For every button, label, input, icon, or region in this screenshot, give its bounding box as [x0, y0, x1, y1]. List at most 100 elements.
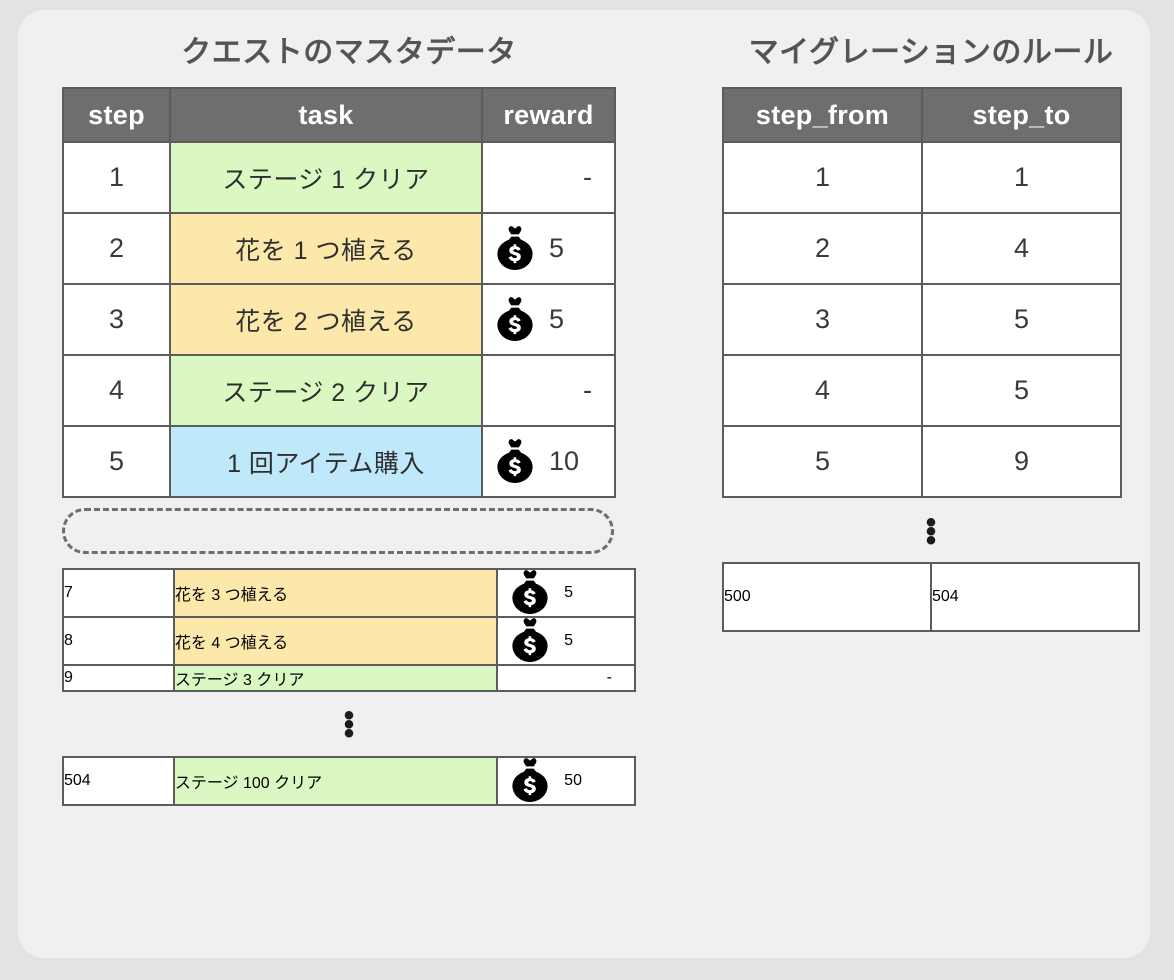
table-row: 24	[722, 212, 1122, 285]
cell-reward: 5	[481, 212, 616, 285]
table-header-row: step task reward	[62, 87, 616, 143]
migration-vertical-ellipsis: • • •	[722, 508, 1140, 557]
migration-panel-title: マイグレーションのルール	[748, 36, 1114, 69]
money-bag-icon	[512, 758, 548, 802]
cell-step: 4	[62, 354, 171, 427]
reward-value: 5	[498, 570, 634, 616]
reward-value: -	[483, 356, 614, 425]
cell-step: 9	[62, 664, 175, 692]
money-bag-icon	[512, 618, 548, 662]
table-row: 4 ステージ 2 クリア -	[62, 354, 616, 427]
cell-task: 花を 4 つ植える	[172, 616, 499, 666]
quest-rows-block-3: 504 ステージ 100 クリア 50	[62, 756, 636, 806]
cell-step-to: 9	[921, 425, 1122, 498]
reward-amount: -	[606, 669, 612, 686]
quest-rows-block-2: 7 花を 3 つ植える 5 8 花を 4 つ植える 5 9 ステージ 3 クリア -	[62, 568, 636, 692]
cell-reward: 5	[481, 283, 616, 356]
cell-step-from: 1	[722, 141, 923, 214]
table-row: 1 ステージ 1 クリア -	[62, 141, 616, 214]
quest-rows-block-1: 1 ステージ 1 クリア -2 花を 1 つ植える 5 3 花を 2 つ植える 5 4 ステージ …	[62, 141, 616, 498]
table-row: 504 ステージ 100 クリア 50	[62, 756, 636, 806]
quest-vertical-ellipsis: • • •	[62, 701, 636, 750]
table-row: 35	[722, 283, 1122, 356]
cell-step: 5	[62, 425, 171, 498]
cell-step-from: 500	[722, 562, 932, 632]
reward-value: 5	[483, 214, 614, 283]
reward-amount: 5	[549, 233, 565, 263]
table-row: 7 花を 3 つ植える 5	[62, 568, 636, 618]
money-bag-icon	[497, 296, 533, 341]
ellipsis-dot: •	[343, 717, 355, 750]
column-header-reward: reward	[481, 87, 616, 143]
cell-reward: 10	[481, 425, 616, 498]
money-bag-icon	[497, 438, 533, 483]
reward-value: -	[483, 143, 614, 212]
cell-task: ステージ 2 クリア	[169, 354, 483, 427]
cell-step-from: 4	[722, 354, 923, 427]
cell-step-from: 5	[722, 425, 923, 498]
cell-step-to: 5	[921, 354, 1122, 427]
reward-amount: 5	[549, 304, 565, 334]
cell-step-from: 2	[722, 212, 923, 285]
column-header-task: task	[169, 87, 483, 143]
reward-value: 50	[498, 758, 634, 804]
cell-reward: 50	[496, 756, 636, 806]
column-header-step: step	[62, 87, 171, 143]
table-row: 2 花を 1 つ植える 5	[62, 212, 616, 285]
reward-amount: 10	[549, 446, 580, 476]
table-row: 59	[722, 425, 1122, 498]
cell-step-to: 504	[930, 562, 1140, 632]
cell-step-to: 4	[921, 212, 1122, 285]
cell-step-to: 1	[921, 141, 1122, 214]
cell-task: ステージ 1 クリア	[169, 141, 483, 214]
cell-step: 8	[62, 616, 175, 666]
cell-step-to: 5	[921, 283, 1122, 356]
cell-reward: 5	[496, 568, 636, 618]
reward-amount: -	[583, 375, 592, 405]
quest-master-table-last-row: 504 ステージ 100 クリア 50	[62, 756, 636, 806]
omitted-rows-dashed-box	[62, 508, 614, 554]
cell-step: 504	[62, 756, 175, 806]
reward-amount: 5	[564, 584, 574, 601]
column-header-step-to: step_to	[921, 87, 1122, 143]
migration-rows-block-1: 1124354559	[722, 141, 1122, 498]
table-row: 11	[722, 141, 1122, 214]
migration-rules-table-last-row: 500 504	[722, 562, 1140, 632]
cell-task: 1 回アイテム購入	[169, 425, 483, 498]
migration-rules-table: step_from step_to 1124354559	[722, 87, 1122, 498]
cell-step: 3	[62, 283, 171, 356]
reward-value: -	[498, 669, 634, 687]
cell-task: 花を 1 つ植える	[169, 212, 483, 285]
table-row: 8 花を 4 つ植える 5	[62, 616, 636, 666]
ellipsis-dot: •	[925, 524, 937, 557]
table-row: 51 回アイテム購入 10	[62, 425, 616, 498]
table-header-row: step_from step_to	[722, 87, 1122, 143]
quest-panel-title: クエストのマスタデータ	[181, 36, 517, 69]
quest-master-data-panel: クエストのマスタデータ step task reward 1 ステージ 1 クリア…	[62, 38, 636, 806]
reward-amount: -	[583, 162, 592, 192]
quest-master-table-continued: 7 花を 3 つ植える 5 8 花を 4 つ植える 5 9 ステージ 3 クリア -	[62, 568, 636, 692]
cell-reward: 5	[496, 616, 636, 666]
cell-step: 2	[62, 212, 171, 285]
migration-rows-block-2: 500 504	[722, 562, 1140, 632]
cell-task: ステージ 100 クリア	[172, 756, 499, 806]
table-row: 500 504	[722, 562, 1140, 632]
money-bag-icon	[512, 570, 548, 614]
migration-rules-panel: マイグレーションのルール step_from step_to 112435455…	[722, 38, 1140, 632]
cell-step: 1	[62, 141, 171, 214]
cell-task: ステージ 3 クリア	[172, 664, 499, 692]
column-header-step-from: step_from	[722, 87, 923, 143]
table-row: 45	[722, 354, 1122, 427]
quest-master-table: step task reward 1 ステージ 1 クリア - 2 花を 1 つ植える 5…	[62, 87, 616, 498]
money-bag-icon	[497, 225, 533, 270]
reward-amount: 5	[564, 632, 574, 649]
cell-reward: -	[496, 664, 636, 692]
cell-reward: -	[481, 354, 616, 427]
cell-reward: -	[481, 141, 616, 214]
table-row: 9 ステージ 3 クリア -	[62, 664, 636, 692]
table-row: 3 花を 2 つ植える 5	[62, 283, 616, 356]
cell-task: 花を 3 つ植える	[172, 568, 499, 618]
cell-step-from: 3	[722, 283, 923, 356]
cell-task: 花を 2 つ植える	[169, 283, 483, 356]
cell-step: 7	[62, 568, 175, 618]
